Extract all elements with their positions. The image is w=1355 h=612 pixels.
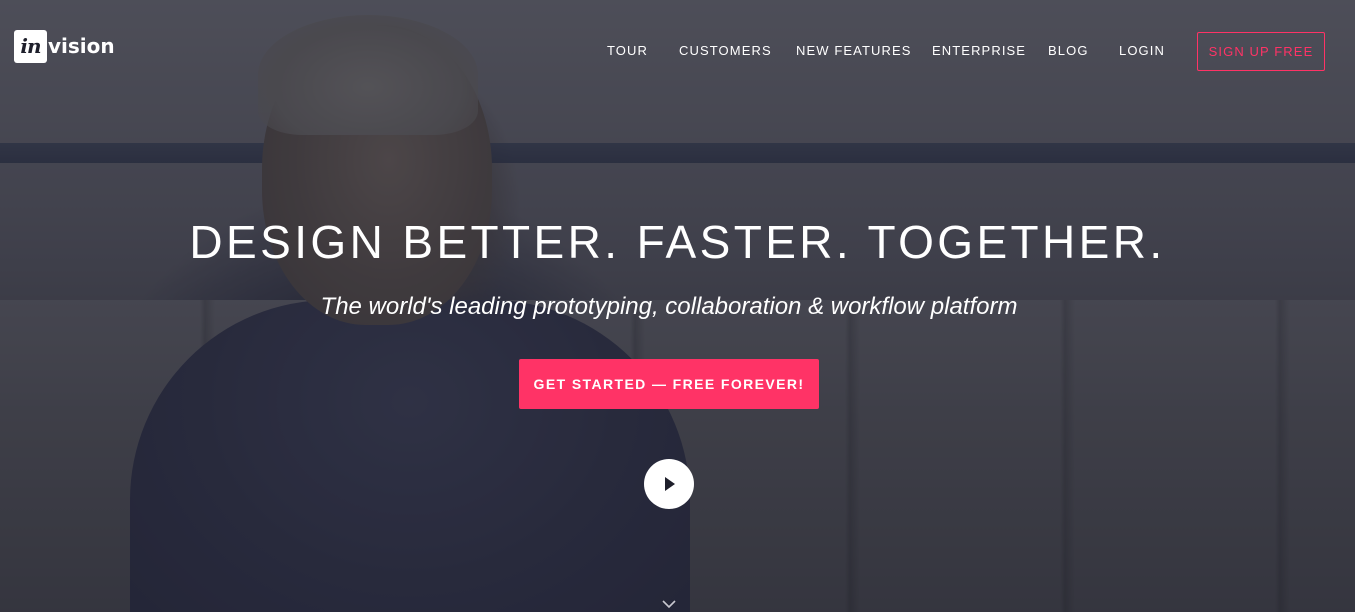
nav-link-login[interactable]: LOGIN <box>1119 43 1165 58</box>
play-video-button[interactable] <box>644 459 694 509</box>
nav-link-customers[interactable]: CUSTOMERS <box>679 43 772 58</box>
nav-link-blog[interactable]: BLOG <box>1048 43 1089 58</box>
nav-link-tour[interactable]: TOUR <box>607 43 648 58</box>
hero-section: in vision TOUR CUSTOMERS NEW FEATURES EN… <box>0 0 1355 612</box>
logo-mark: in <box>14 29 47 63</box>
logo-wordmark: vision <box>48 34 115 58</box>
nav-link-enterprise[interactable]: ENTERPRISE <box>932 43 1026 58</box>
nav-link-new-features[interactable]: NEW FEATURES <box>796 43 912 58</box>
hero-subheadline: The world's leading prototyping, collabo… <box>320 293 1018 320</box>
chevron-down-icon[interactable] <box>662 600 676 609</box>
top-navigation: in vision TOUR CUSTOMERS NEW FEATURES EN… <box>0 0 1355 100</box>
hero-headline: DESIGN BETTER. FASTER. TOGETHER. <box>189 216 1166 268</box>
get-started-button[interactable]: GET STARTED — FREE FOREVER! <box>519 359 819 409</box>
sign-up-free-button[interactable]: SIGN UP FREE <box>1197 32 1325 71</box>
play-icon <box>665 477 675 491</box>
invision-logo[interactable]: in vision <box>14 29 115 63</box>
